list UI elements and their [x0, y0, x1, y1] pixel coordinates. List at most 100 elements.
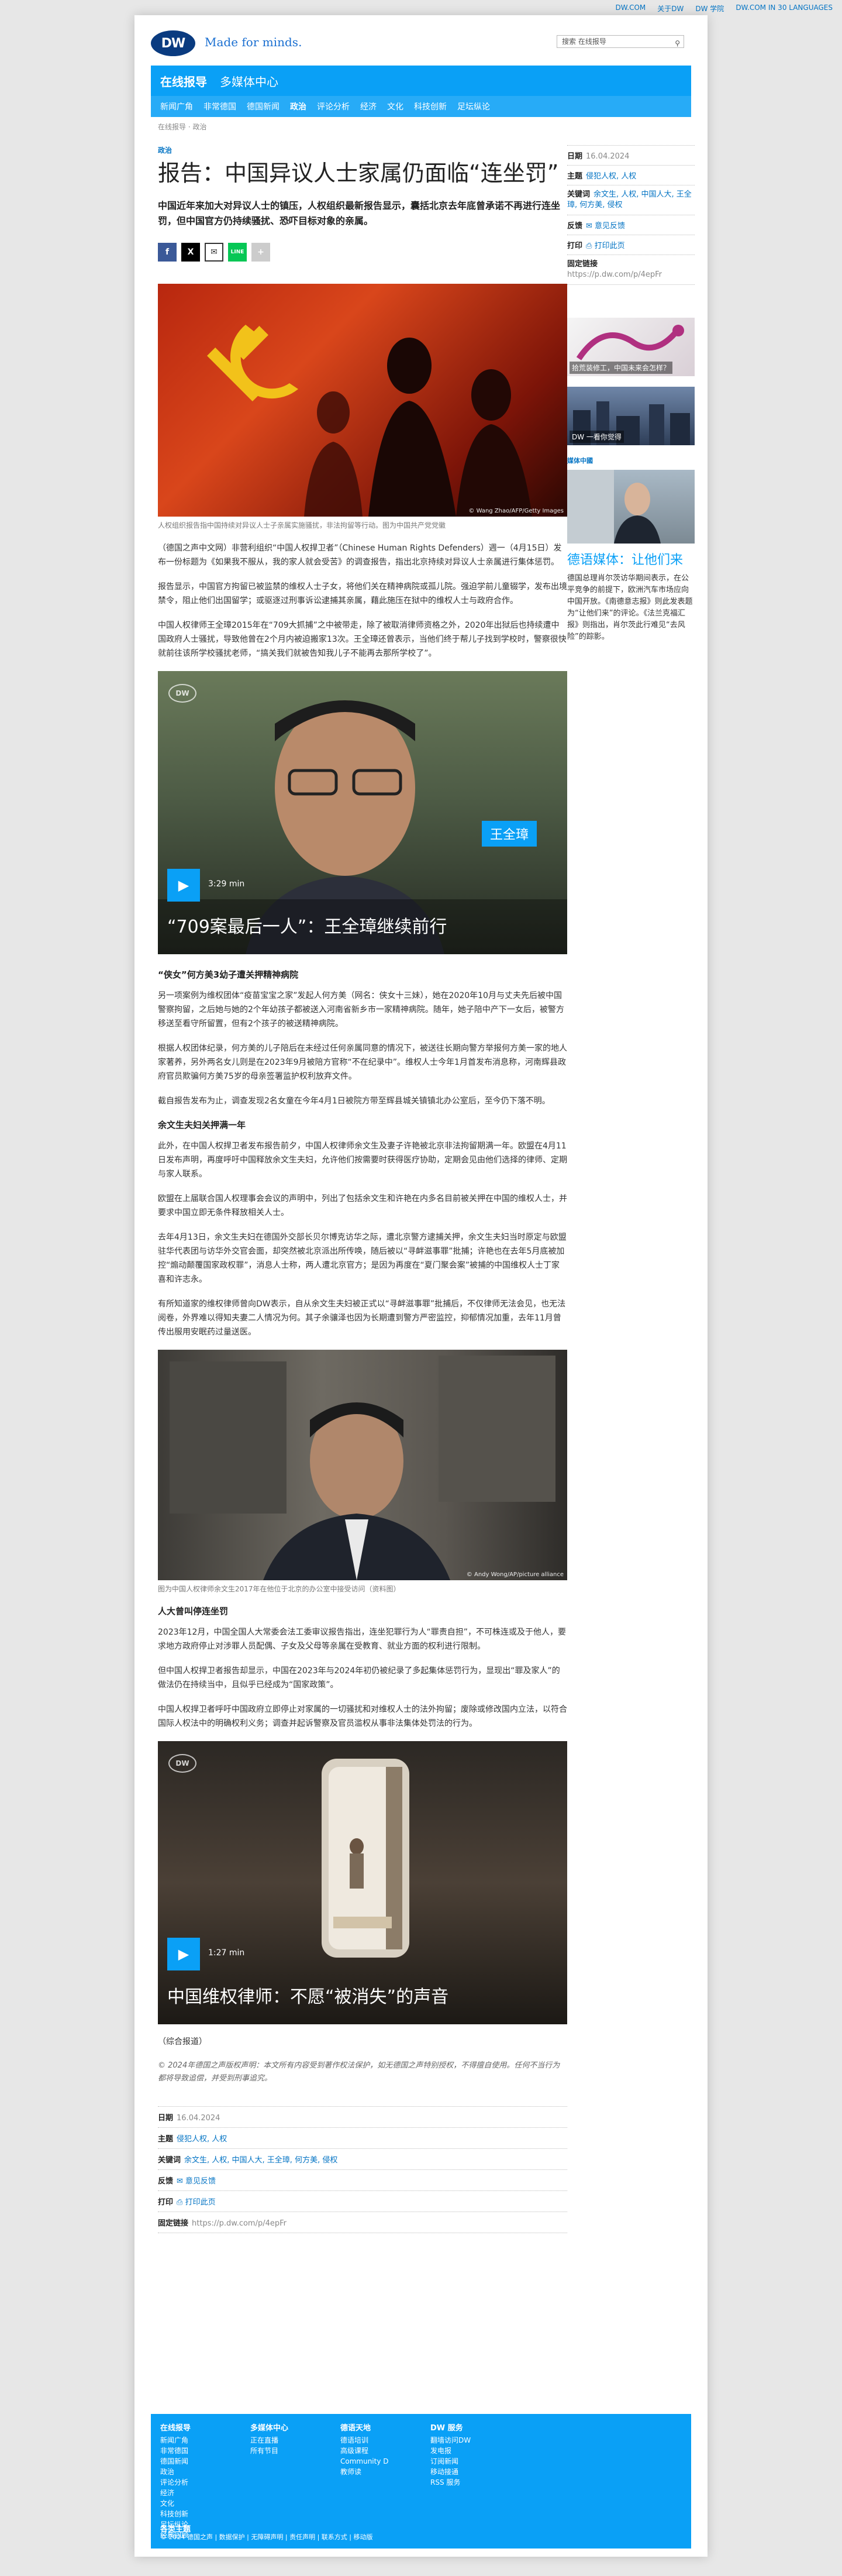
- search-placeholder: 搜索 在线报导: [562, 37, 606, 46]
- email-icon[interactable]: ✉: [205, 243, 223, 262]
- meta-topic-link[interactable]: 侵犯人权, 人权: [177, 2135, 227, 2144]
- facebook-icon[interactable]: f: [158, 243, 177, 262]
- footer-link[interactable]: 发电报: [430, 2446, 471, 2456]
- print-icon[interactable]: ⎙: [586, 242, 595, 250]
- line-icon[interactable]: LINE: [228, 243, 247, 262]
- section-subheading: 人大曾叫停连坐罚: [158, 1606, 229, 1617]
- footer-link[interactable]: 非常德国: [160, 2446, 191, 2456]
- print-icon[interactable]: ⎙: [177, 2198, 185, 2207]
- feedback-icon[interactable]: ✉: [177, 2177, 185, 2186]
- footer-link[interactable]: 新闻广角: [160, 2435, 191, 2446]
- article-kicker[interactable]: 政治: [158, 145, 567, 155]
- footer-bottom: © 2024 德国之声 | 数据保护 | 无障碍声明 | 责任声明 | 联系方式…: [160, 2533, 373, 2541]
- footer-link[interactable]: RSS 服务: [430, 2477, 471, 2488]
- page-title: 报告：中国异议人士家属仍面临“连坐罚”: [158, 160, 559, 186]
- footer-link[interactable]: 德国新闻: [160, 2456, 191, 2467]
- video-name-tag: 王全璋: [482, 821, 537, 847]
- meta-label: 反馈: [567, 222, 583, 231]
- footer-link[interactable]: 教师读: [340, 2467, 389, 2477]
- dw-logo[interactable]: DW: [151, 30, 195, 56]
- top-link[interactable]: DW.COM IN 30 LANGUAGES: [736, 4, 833, 13]
- photo-party-emblem: © Wang Zhao/AFP/Getty Images: [158, 284, 567, 517]
- nav-item[interactable]: 科技创新: [414, 101, 447, 112]
- nav-item[interactable]: 新闻广角: [160, 101, 193, 112]
- photo-caption: 图为中国人权律师余文生2017年在他位于北京的办公室中接受访问（资料图）: [158, 1585, 401, 1593]
- feedback-link[interactable]: 意见反馈: [185, 2177, 216, 2186]
- meta-keywords-links[interactable]: 余文生, 人权, 中国人大, 王全璋, 何方美, 侵权: [184, 2156, 337, 2165]
- meta-label: 日期: [158, 2114, 174, 2123]
- footer-link[interactable]: 评论分析: [160, 2477, 191, 2488]
- footer-link[interactable]: 经济: [160, 2488, 191, 2498]
- top-utility-bar: DW.COM 关于DW DW 学院 DW.COM IN 30 LANGUAGES: [0, 0, 842, 15]
- promo-caption: DW 一看你觉得: [570, 431, 624, 443]
- brand-tagline: Made for minds.: [205, 35, 302, 49]
- feedback-icon[interactable]: ✉: [586, 222, 595, 231]
- permalink[interactable]: https://p.dw.com/p/4epFr: [567, 270, 662, 279]
- footer-link[interactable]: 科技创新: [160, 2509, 191, 2519]
- site-footer: 在线报导 新闻广角 非常德国 德国新闻 政治 评论分析 经济 文化 科技创新 足坛纵论 经典回顾 多…: [151, 2414, 691, 2549]
- video-title[interactable]: 中国维权律师：不愿“被消失”的声音: [167, 1982, 448, 2008]
- feedback-link[interactable]: 意见反馈: [595, 222, 625, 231]
- footer-link[interactable]: 政治: [160, 2467, 191, 2477]
- section-bar: 在线报导 多媒体中心 新闻广角 非常德国 德国新闻 政治 评论分析 经济 文化 科技创新 足坛纵…: [151, 66, 691, 117]
- nav-item[interactable]: 政治: [290, 101, 306, 112]
- footer-link[interactable]: 移动接通: [430, 2467, 471, 2477]
- footer-link[interactable]: 高级课程: [340, 2446, 389, 2456]
- print-link[interactable]: 打印此页: [595, 242, 625, 250]
- nav-item[interactable]: 足坛纵论: [457, 101, 490, 112]
- nav-item[interactable]: 文化: [387, 101, 403, 112]
- top-link[interactable]: DW 学院: [695, 4, 724, 13]
- share-bar: f X ✉ LINE +: [158, 243, 567, 262]
- footer-link[interactable]: 翻墙访问DW: [430, 2435, 471, 2446]
- play-button[interactable]: ▶: [167, 1938, 200, 1970]
- footer-heading[interactable]: 德语天地: [340, 2423, 389, 2434]
- section-primary[interactable]: 在线报导: [160, 73, 207, 90]
- feature-text: 德国总理肖尔茨访华期间表示，在公平竞争的前提下，欧洲汽车市场应向中国开放。《南德…: [567, 574, 693, 641]
- x-icon[interactable]: X: [181, 243, 200, 262]
- copyright-note: © 2024年德国之声版权声明：本文所有内容受到著作权法保护，如无德国之声特别授…: [158, 2061, 560, 2083]
- search-input[interactable]: 搜索 在线报导 ⚲: [557, 35, 684, 48]
- top-link[interactable]: DW.COM: [616, 4, 646, 13]
- footer-link[interactable]: 所有节目: [250, 2446, 288, 2456]
- footer-heading[interactable]: DW 服务: [430, 2423, 471, 2434]
- nav-item[interactable]: 非常德国: [203, 101, 236, 112]
- footer-col-german: 德语天地 德语培训 高级课程 Community D 教师读: [340, 2423, 389, 2477]
- paragraph: 根据人权团体纪录，何方美的儿子陪后在未经过任何亲属同意的情况下，被送往长期向警方…: [158, 1044, 567, 1081]
- nav-item[interactable]: 德国新闻: [247, 101, 279, 112]
- section-subheading: “侠女”何方美3幼子遭关押精神病院: [158, 969, 299, 980]
- nav-item[interactable]: 经济: [360, 101, 377, 112]
- footer-link[interactable]: 文化: [160, 2498, 191, 2509]
- permalink[interactable]: https://p.dw.com/p/4epFr: [192, 2219, 287, 2228]
- more-share-icon[interactable]: +: [251, 243, 270, 262]
- video-title[interactable]: “709案最后一人”：王全璋继续前行: [167, 912, 447, 938]
- video-player[interactable]: DW ▶ 1:27 min 中国维权律师：不愿“被消失”的声音: [158, 1741, 567, 2024]
- promo-banner-1[interactable]: 拾荒装修工，中国未来会怎样？: [567, 318, 695, 376]
- print-link[interactable]: 打印此页: [185, 2198, 216, 2207]
- meta-topic-link[interactable]: 侵犯人权, 人权: [586, 172, 636, 181]
- video-duration: 1:27 min: [208, 1948, 245, 1958]
- promo-banner-2[interactable]: DW 一看你觉得: [567, 387, 695, 445]
- footer-link[interactable]: 德语培训: [340, 2435, 389, 2446]
- article-source: （综合报道）: [158, 2037, 207, 2047]
- feature-photo[interactable]: [567, 470, 695, 544]
- dw-watermark-icon: DW: [168, 684, 196, 703]
- section-secondary[interactable]: 多媒体中心: [220, 73, 278, 90]
- main-nav: 新闻广角 非常德国 德国新闻 政治 评论分析 经济 文化 科技创新 足坛纵论: [160, 101, 490, 112]
- footer-heading[interactable]: 在线报导: [160, 2423, 191, 2434]
- meta-label: 打印: [158, 2198, 174, 2207]
- video-player[interactable]: DW 王全璋 ▶ 3:29 min “709案最后一人”：王全璋继续前行: [158, 671, 567, 954]
- site-header: DW Made for minds. 搜索 在线报导 ⚲: [151, 27, 691, 63]
- search-icon[interactable]: ⚲: [675, 37, 680, 49]
- play-button[interactable]: ▶: [167, 869, 200, 902]
- footer-link[interactable]: Community D: [340, 2456, 389, 2467]
- nav-item[interactable]: 评论分析: [317, 101, 350, 112]
- footer-link[interactable]: 订阅新闻: [430, 2456, 471, 2467]
- footer-link[interactable]: 正在直播: [250, 2435, 288, 2446]
- footer-heading[interactable]: 多媒体中心: [250, 2423, 288, 2434]
- top-link[interactable]: 关于DW: [657, 4, 684, 13]
- paragraph: 欧盟在上届联合国人权理事会会议的声明中，列出了包括余文生和许艳在内多名目前被关押…: [158, 1194, 567, 1218]
- feature-title[interactable]: 德语媒体：让他们来: [567, 549, 695, 568]
- feature-kicker[interactable]: 媒体中國: [567, 456, 695, 465]
- meta-label: 反馈: [158, 2177, 174, 2186]
- photo-credit: © Andy Wong/AP/picture alliance: [466, 1571, 564, 1578]
